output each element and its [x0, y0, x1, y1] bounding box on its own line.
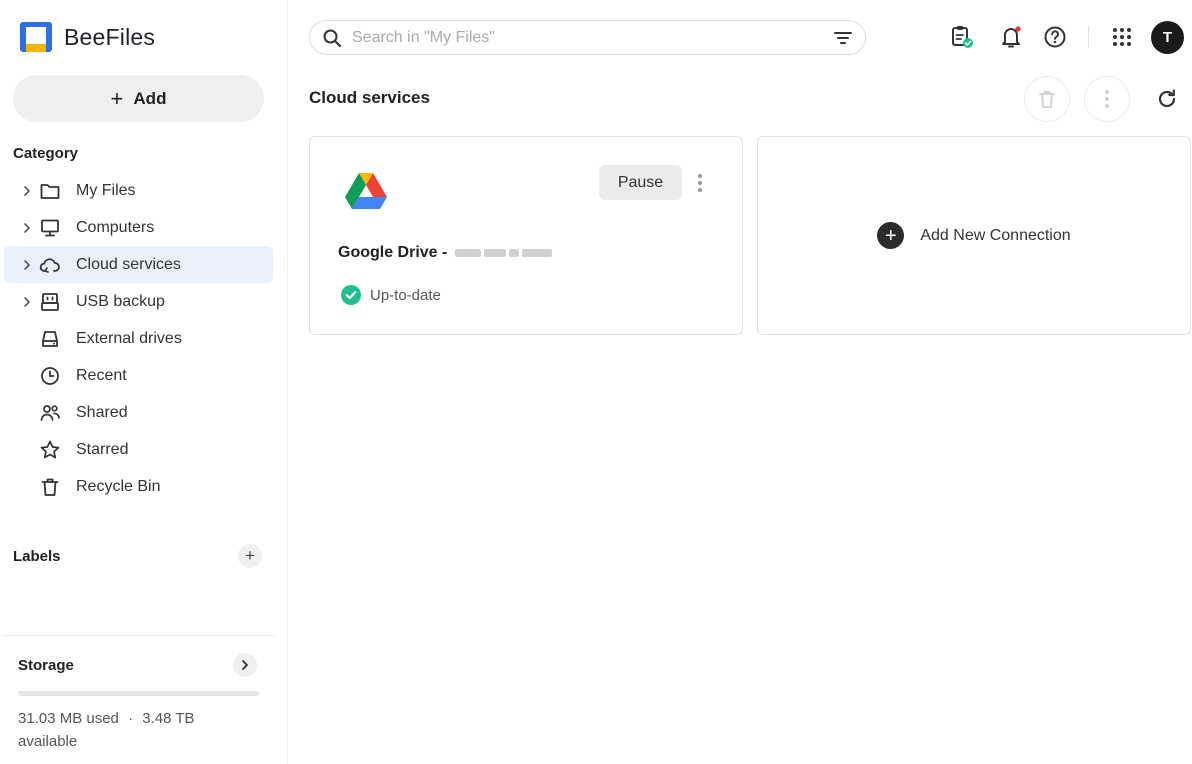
connection-service-name: Google Drive -	[338, 244, 448, 261]
chevron-right-icon[interactable]	[16, 259, 38, 271]
drive-icon	[38, 327, 62, 351]
sidebar-item-cloud-services[interactable]: Cloud services	[4, 246, 273, 283]
sidebar-item-label: Cloud services	[76, 255, 181, 273]
storage-separator: ·	[128, 710, 134, 727]
task-clipboard-icon[interactable]	[948, 22, 976, 52]
sidebar-item-recent[interactable]: Recent	[4, 357, 273, 394]
avatar[interactable]: T	[1151, 21, 1184, 54]
chevron-right-icon[interactable]	[16, 185, 38, 197]
sync-status: Up-to-date	[341, 285, 441, 305]
sidebar-item-label: Starred	[76, 440, 129, 458]
app-name: BeeFiles	[64, 23, 156, 50]
add-button[interactable]: + Add	[13, 75, 264, 122]
category-nav: My Files Computers Cloud services USB backu…	[4, 172, 273, 505]
chevron-right-icon	[242, 660, 248, 670]
monitor-icon	[38, 216, 62, 240]
sidebar-item-starred[interactable]: Starred	[4, 431, 273, 468]
sidebar: BeeFiles + Add Category My Files Computer…	[0, 0, 288, 764]
storage-divider	[5, 635, 274, 636]
storage-expand-button[interactable]	[233, 653, 257, 677]
sidebar-item-label: Recycle Bin	[76, 477, 161, 495]
more-options-button[interactable]	[1084, 76, 1130, 122]
help-icon[interactable]	[1041, 22, 1069, 52]
trash-icon	[1039, 91, 1055, 108]
people-icon	[38, 401, 62, 425]
brand[interactable]: BeeFiles	[20, 22, 155, 52]
storage-used: 31.03 MB used	[18, 710, 119, 727]
plus-icon: +	[110, 85, 124, 111]
search-input[interactable]	[352, 28, 812, 47]
sidebar-item-usb-backup[interactable]: USB backup	[4, 283, 273, 320]
kebab-icon	[1105, 90, 1109, 108]
header-divider	[1088, 26, 1089, 48]
storage-usage-text: 31.03 MB used · 3.48 TB available	[18, 707, 248, 753]
add-button-label: Add	[133, 88, 167, 108]
google-drive-icon	[345, 173, 387, 216]
delete-button[interactable]	[1024, 76, 1070, 122]
google-drive-card[interactable]: Pause Google Drive - Up-to-date	[309, 136, 743, 335]
refresh-icon[interactable]	[1153, 85, 1181, 113]
chevron-right-icon[interactable]	[16, 296, 38, 308]
storage-bar	[18, 691, 259, 696]
sidebar-item-label: Shared	[76, 403, 128, 421]
redacted-account-name	[455, 249, 553, 257]
chevron-right-icon[interactable]	[16, 222, 38, 234]
pause-button[interactable]: Pause	[599, 165, 682, 200]
sidebar-item-label: USB backup	[76, 292, 165, 310]
page-title: Cloud services	[309, 88, 430, 107]
category-title: Category	[13, 145, 79, 162]
clock-icon	[38, 364, 62, 388]
sync-status-label: Up-to-date	[370, 286, 441, 304]
sidebar-item-label: My Files	[76, 181, 136, 199]
add-new-connection-button[interactable]: + Add New Connection	[877, 222, 1071, 249]
sidebar-item-computers[interactable]: Computers	[4, 209, 273, 246]
labels-title: Labels	[13, 548, 61, 565]
sidebar-item-recycle-bin[interactable]: Recycle Bin	[4, 468, 273, 505]
sidebar-item-shared[interactable]: Shared	[4, 394, 273, 431]
filter-icon[interactable]	[833, 28, 853, 53]
beefiles-logo-icon	[20, 22, 52, 52]
sidebar-item-label: Computers	[76, 218, 155, 236]
search-bar[interactable]	[309, 20, 866, 55]
apps-grid-icon[interactable]	[1108, 22, 1136, 52]
plus-circle-icon: +	[877, 222, 905, 249]
search-icon	[323, 29, 342, 47]
bell-icon[interactable]	[997, 22, 1025, 52]
cloud-sync-icon	[38, 253, 62, 277]
usb-icon	[38, 290, 62, 314]
add-new-connection-card[interactable]: + Add New Connection	[757, 136, 1191, 335]
connection-name: Google Drive -	[338, 244, 553, 262]
sidebar-item-my-files[interactable]: My Files	[4, 172, 273, 209]
sidebar-item-label: External drives	[76, 329, 182, 347]
add-new-connection-label: Add New Connection	[920, 226, 1071, 244]
star-icon	[38, 438, 62, 462]
check-circle-icon	[341, 285, 361, 305]
trash-icon	[38, 475, 62, 499]
add-label-button[interactable]: +	[238, 544, 262, 568]
folder-icon	[38, 179, 62, 203]
card-more-icon[interactable]	[690, 170, 710, 196]
sidebar-item-label: Recent	[76, 366, 127, 384]
sidebar-item-external-drives[interactable]: External drives	[4, 320, 273, 357]
storage-title: Storage	[18, 657, 74, 674]
